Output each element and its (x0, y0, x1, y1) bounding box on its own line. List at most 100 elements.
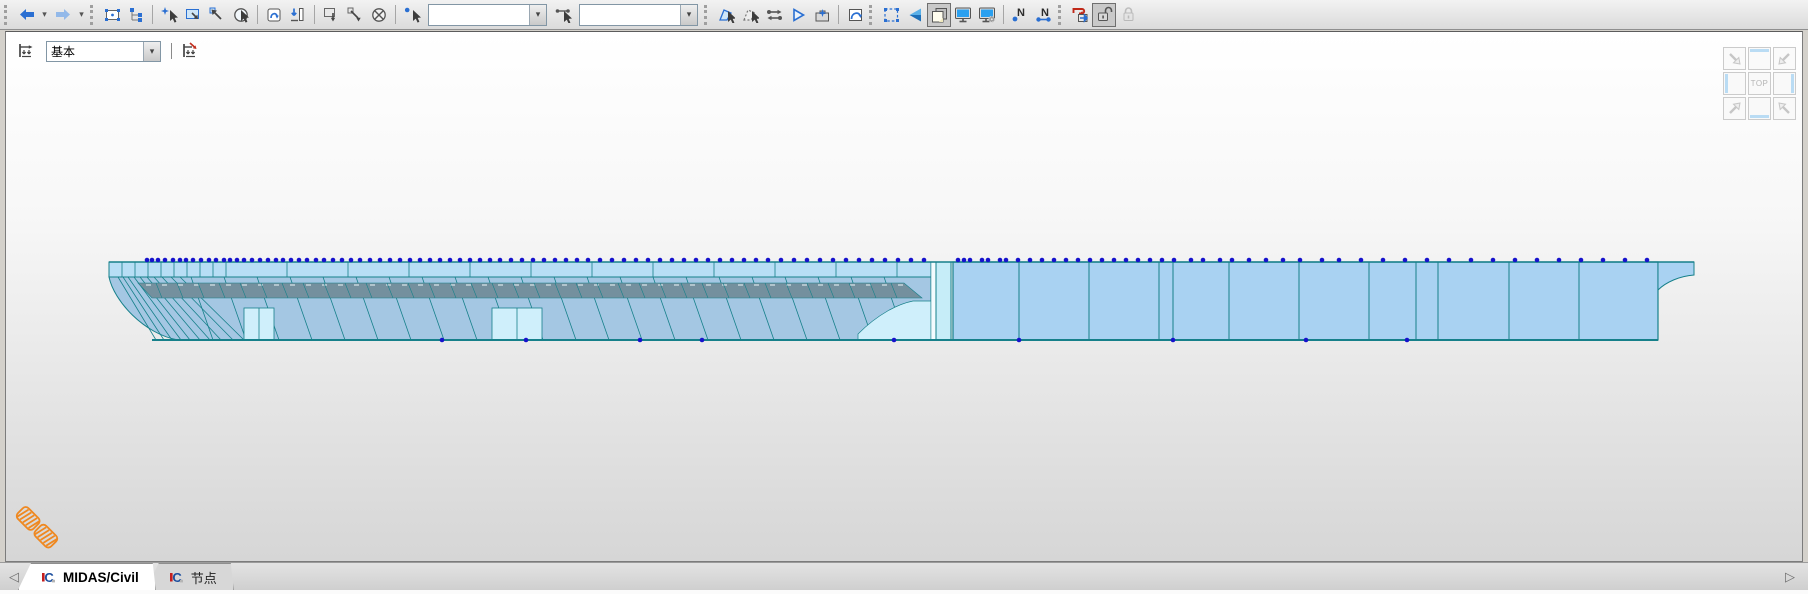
polygon-select-icon (718, 8, 735, 23)
view-cube-corner-sw[interactable] (1723, 97, 1746, 120)
plane-combobox[interactable]: ▾ (46, 40, 161, 62)
view-cube-corner-ne[interactable] (1773, 47, 1796, 70)
select-previous-button[interactable] (205, 3, 229, 27)
unselect-previous-button[interactable] (343, 3, 367, 27)
element-number-button[interactable]: N (1032, 3, 1056, 27)
undo-icon (19, 8, 34, 20)
select-line-button[interactable] (551, 3, 575, 27)
display-icon (955, 7, 971, 23)
toolbar-separator (257, 5, 258, 24)
rotate-view-icon (848, 8, 862, 21)
play-button[interactable] (786, 3, 810, 27)
view-cube-corner-se[interactable] (1773, 97, 1796, 120)
capture-model-icon (815, 8, 829, 21)
tab-label: MIDAS/Civil (63, 569, 139, 585)
redo-icon (55, 8, 70, 20)
perspective-view-button[interactable] (903, 3, 927, 27)
svg-text:C: C (44, 570, 54, 585)
select-window-icon (185, 8, 199, 19)
lock-model-button[interactable] (1116, 3, 1140, 27)
view-cube-center[interactable]: TOP (1748, 72, 1771, 95)
select-list-combobox[interactable]: ▾ (579, 3, 698, 26)
undo-dropdown[interactable]: ▾ (38, 3, 51, 27)
move-plane-button[interactable] (178, 39, 202, 63)
lock-icon (1123, 7, 1133, 21)
unlock-model-button[interactable] (1092, 2, 1116, 27)
tab-jiedian[interactable]: C 节点 (146, 563, 234, 590)
hidden-surface-button[interactable] (927, 2, 951, 27)
polygon-select-button[interactable] (714, 3, 738, 27)
toolbar-grip[interactable] (1058, 4, 1064, 25)
select-circle-button[interactable] (229, 3, 253, 27)
select-intersect-button[interactable] (157, 3, 181, 27)
unselect-window-icon (323, 7, 335, 21)
tab-scroll-right-button[interactable]: ▷ (1776, 563, 1804, 590)
unselect-circle-button[interactable] (367, 3, 391, 27)
polygon-unselect-button[interactable] (738, 3, 762, 27)
accent-bar (1750, 49, 1769, 52)
midas-logo-icon: C (41, 569, 57, 585)
toolbar-grip[interactable] (90, 4, 96, 25)
svg-text:C: C (172, 570, 182, 585)
node-number-button[interactable]: N (1008, 3, 1032, 27)
redo-dropdown[interactable]: ▾ (75, 3, 88, 27)
node-number-icon: N (1012, 7, 1025, 22)
chevron-down-icon[interactable]: ▾ (143, 41, 160, 61)
toolbar-separator (395, 5, 396, 24)
plane-combobox-input[interactable] (47, 41, 143, 61)
view-cube-corner-nw[interactable] (1723, 47, 1746, 70)
select-single-button[interactable] (400, 3, 424, 27)
redo-button[interactable] (51, 3, 75, 27)
toolbar-separator (1003, 5, 1004, 24)
rotate-view-button[interactable] (843, 3, 867, 27)
toolbar-separator (152, 5, 153, 24)
select-intersect-icon (160, 6, 178, 23)
swap-selection-button[interactable] (762, 3, 786, 27)
display-button[interactable] (951, 3, 975, 27)
chevron-down-icon[interactable]: ▾ (529, 4, 546, 25)
view-cube-edge-right[interactable] (1773, 72, 1796, 95)
model-view-canvas[interactable]: ▾ TOP (5, 31, 1803, 562)
select-tree-button[interactable] (124, 3, 148, 27)
move-plane-icon (183, 42, 197, 58)
select-list-input[interactable] (580, 4, 680, 25)
unselect-circle-icon (371, 7, 386, 22)
view-cube-edge-bottom[interactable] (1748, 97, 1771, 120)
tab-label: 节点 (190, 570, 217, 586)
midas-logo-icon: C (169, 569, 185, 585)
undo-button[interactable] (14, 3, 38, 27)
tab-midas-civil[interactable]: C MIDAS/Civil (18, 563, 156, 590)
select-window-button[interactable] (181, 3, 205, 27)
unselect-window-button[interactable] (319, 3, 343, 27)
select-polyline-button[interactable] (286, 3, 310, 27)
plane-toolbar-separator (171, 43, 172, 59)
zoom-window-icon (883, 7, 899, 22)
display-option-button[interactable] (975, 3, 999, 27)
bridge-model (108, 257, 1695, 343)
play-icon (792, 7, 805, 22)
toolbar-grip[interactable] (4, 4, 10, 25)
select-tree-icon (129, 7, 142, 22)
shrink-elements-button[interactable] (1068, 3, 1092, 27)
bottom-strip (0, 590, 1808, 594)
unselect-previous-icon (347, 7, 361, 21)
toolbar-grip[interactable] (869, 4, 875, 25)
select-name-combobox[interactable]: ▾ (428, 3, 547, 26)
arrow-nw-icon (1778, 102, 1790, 114)
chevron-down-icon[interactable]: ▾ (680, 4, 697, 25)
sketch-cursor-icon (15, 506, 59, 549)
view-cube-edge-left[interactable] (1723, 72, 1746, 95)
select-identity-button[interactable] (100, 3, 124, 27)
select-name-input[interactable] (429, 4, 529, 25)
select-plane-button[interactable] (262, 3, 286, 27)
view-cube-label: TOP (1750, 79, 1769, 88)
accent-bar (1725, 74, 1728, 93)
toolbar-grip[interactable] (704, 4, 710, 25)
node-number-letter: N (1017, 7, 1025, 19)
zoom-window-button[interactable] (879, 3, 903, 27)
view-cube-edge-top[interactable] (1748, 47, 1771, 70)
main-toolbar: ▾ ▾ ▾ ▾ N N (0, 0, 1808, 30)
select-previous-icon (209, 7, 222, 20)
named-plane-button[interactable] (14, 39, 38, 63)
capture-model-button[interactable] (810, 3, 834, 27)
